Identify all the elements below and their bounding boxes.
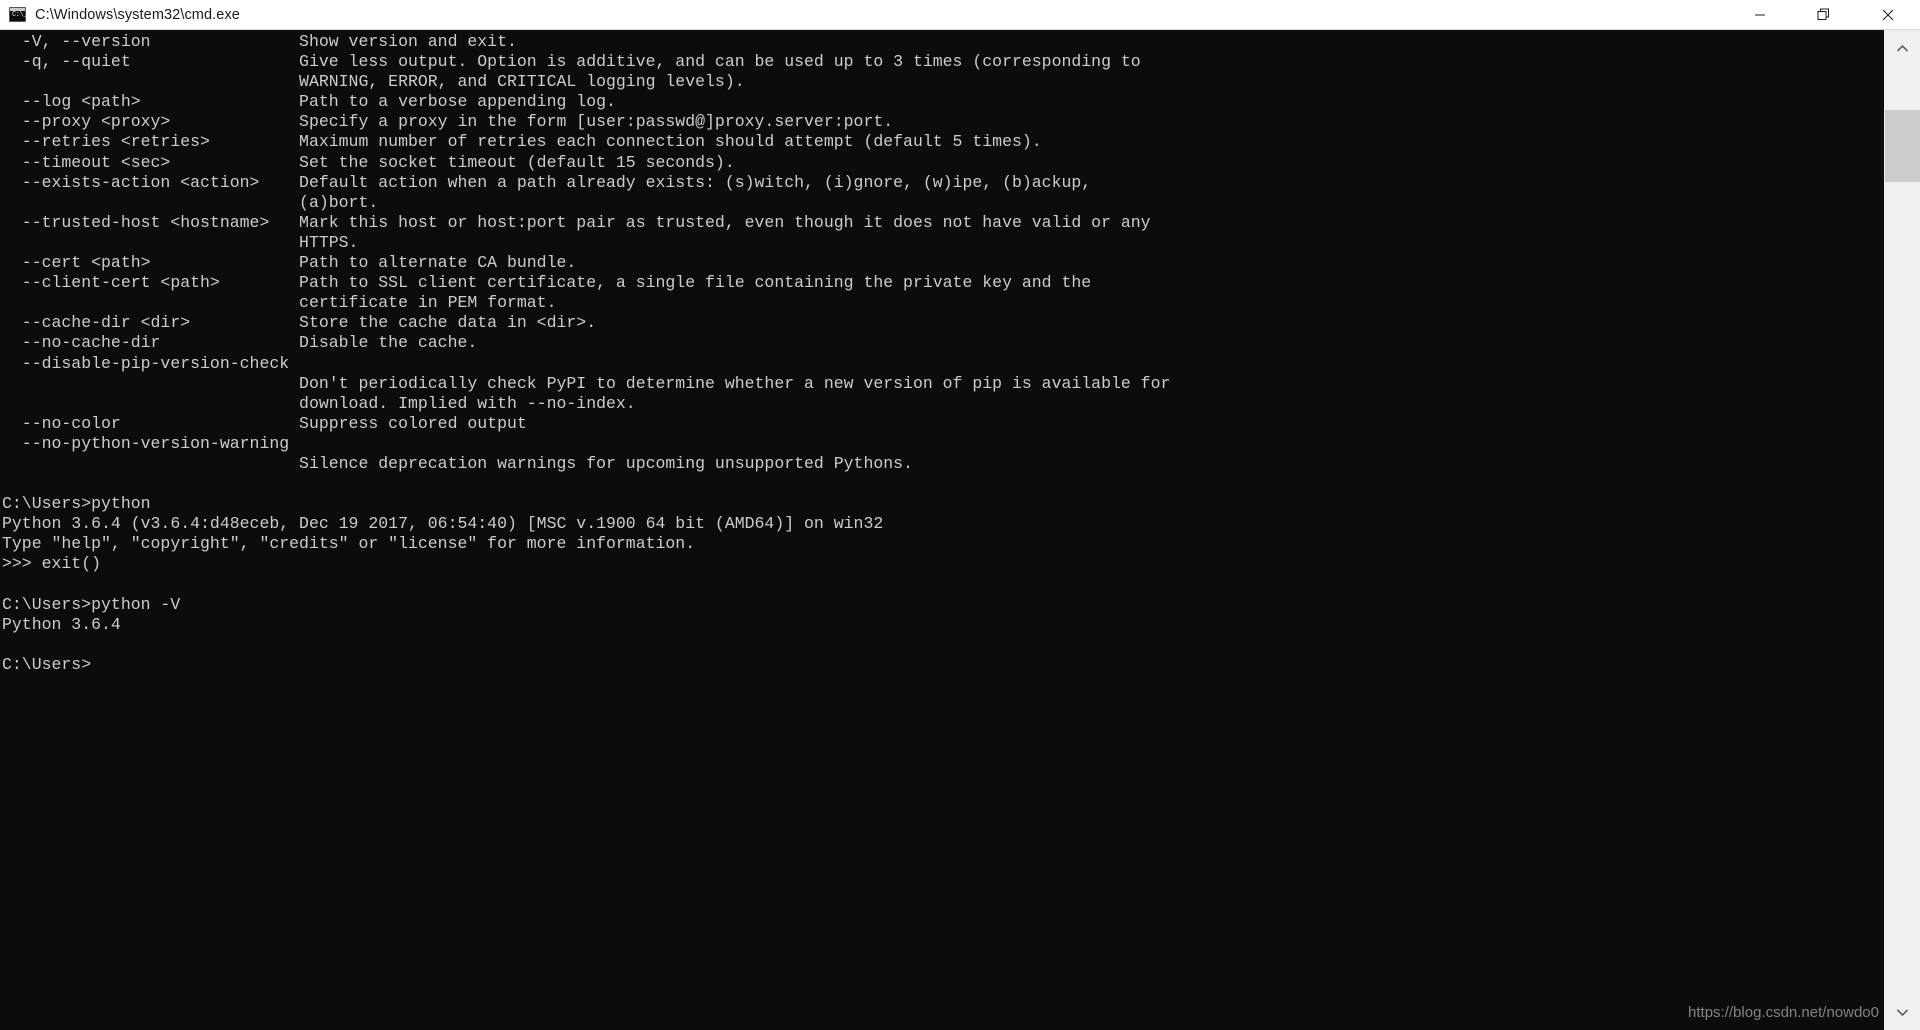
terminal-line: Python 3.6.4 — [2, 614, 121, 634]
terminal-line: HTTPS. — [2, 232, 359, 252]
window-controls — [1728, 0, 1920, 30]
scrollbar-up-button[interactable] — [1885, 30, 1920, 66]
terminal-line: -q, --quiet Give less output. Option is … — [2, 52, 1141, 72]
terminal-line: C:\Users> — [2, 654, 92, 674]
terminal-line: -V, --version Show version and exit. — [2, 32, 517, 51]
terminal-line: --cert <path> Path to alternate CA bundl… — [2, 253, 577, 273]
scrollbar-thumb[interactable] — [1885, 110, 1920, 182]
terminal-line: --log <path> Path to a verbose appending… — [2, 92, 616, 112]
restore-icon — [1817, 8, 1829, 20]
minimize-icon — [1755, 14, 1765, 15]
close-button[interactable] — [1856, 0, 1920, 30]
terminal-line: --disable-pip-version-check — [2, 353, 290, 373]
terminal-line: WARNING, ERROR, and CRITICAL logging lev… — [2, 72, 745, 92]
maximize-button[interactable] — [1792, 0, 1856, 30]
terminal-line: --no-cache-dir Disable the cache. — [2, 333, 478, 353]
terminal-line: Silence deprecation warnings for upcomin… — [2, 453, 913, 473]
terminal-line: --client-cert <path> Path to SSL client … — [2, 273, 1092, 293]
terminal-line: --proxy <proxy> Specify a proxy in the f… — [2, 112, 894, 132]
terminal-line: --cache-dir <dir> Store the cache data i… — [2, 313, 597, 333]
terminal-line: download. Implied with --no-index. — [2, 393, 636, 413]
terminal-line: certificate in PEM format. — [2, 293, 557, 313]
terminal-line: C:\Users>python — [2, 494, 151, 514]
terminal-line: Python 3.6.4 (v3.6.4:d48eceb, Dec 19 201… — [2, 514, 884, 534]
terminal-line: --exists-action <action> Default action … — [2, 172, 1092, 192]
terminal-line: --no-python-version-warning — [2, 433, 290, 453]
terminal-line: Don't periodically check PyPI to determi… — [2, 373, 1171, 393]
window-title: C:\Windows\system32\cmd.exe — [35, 6, 240, 23]
terminal-line: >>> exit() — [2, 554, 102, 574]
chevron-down-icon — [1896, 1008, 1909, 1016]
title-bar-left: C:\_ C:\Windows\system32\cmd.exe — [0, 7, 1728, 23]
terminal-line: C:\Users>python -V — [2, 594, 181, 614]
close-icon — [1882, 9, 1894, 20]
title-bar[interactable]: C:\_ C:\Windows\system32\cmd.exe — [0, 0, 1920, 30]
cmd-window: C:\_ C:\Windows\system32\cmd.exe -V, --v… — [0, 0, 1920, 1030]
vertical-scrollbar[interactable] — [1884, 30, 1920, 1030]
scrollbar-down-button[interactable] — [1885, 994, 1920, 1030]
terminal-line: --timeout <sec> Set the socket timeout (… — [2, 152, 735, 172]
terminal-line: --no-color Suppress colored output — [2, 413, 527, 433]
console-area: -V, --version Show version and exit. -q,… — [0, 30, 1920, 1030]
cmd-icon-glyph: C:\_ — [12, 11, 27, 19]
minimize-button[interactable] — [1728, 0, 1792, 30]
terminal-line: Type "help", "copyright", "credits" or "… — [2, 534, 696, 554]
console-output[interactable]: -V, --version Show version and exit. -q,… — [0, 30, 1884, 1030]
cmd-icon[interactable]: C:\_ — [9, 7, 27, 22]
scrollbar-track[interactable] — [1885, 66, 1920, 994]
terminal-text: -V, --version Show version and exit. -q,… — [0, 32, 1884, 675]
terminal-line: --trusted-host <hostname> Mark this host… — [2, 212, 1151, 232]
terminal-line: --retries <retries> Maximum number of re… — [2, 132, 1042, 152]
chevron-up-icon — [1896, 44, 1909, 52]
terminal-line: (a)bort. — [2, 192, 379, 212]
